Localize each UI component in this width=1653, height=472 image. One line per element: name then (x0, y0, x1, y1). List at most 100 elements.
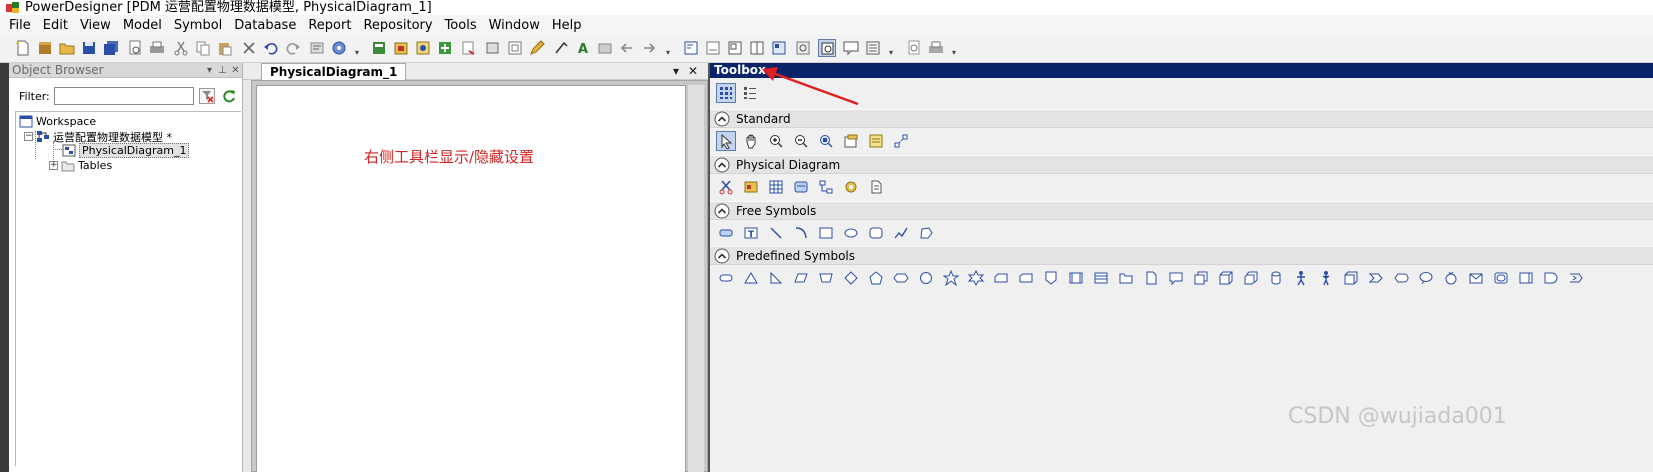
expand-icon[interactable]: + (49, 161, 58, 170)
browser-toggle-icon[interactable] (682, 39, 700, 57)
procedure-tool-icon[interactable] (791, 177, 811, 197)
stacked-docs-symbol-icon[interactable] (1191, 268, 1211, 288)
file-tool-icon[interactable] (866, 177, 886, 197)
properties-tool-icon[interactable] (841, 131, 861, 151)
copy-icon[interactable] (194, 39, 212, 57)
zoom-out-icon[interactable] (791, 131, 811, 151)
undo-icon[interactable] (262, 39, 280, 57)
oval-symbol-icon[interactable] (716, 268, 736, 288)
print-setup-icon[interactable] (927, 39, 945, 57)
generate-icon[interactable] (392, 39, 410, 57)
close-icon[interactable]: ✕ (229, 65, 242, 76)
new-icon[interactable] (14, 39, 32, 57)
save-icon[interactable] (80, 39, 98, 57)
find-icon[interactable] (905, 39, 923, 57)
panel-menu-icon[interactable]: ▾ (203, 65, 216, 76)
pencil-icon[interactable] (528, 39, 546, 57)
tree-item-diagram[interactable]: PhysicalDiagram_1 (62, 143, 190, 158)
result-list-icon[interactable] (726, 39, 744, 57)
hexagon-symbol-icon[interactable] (891, 268, 911, 288)
diamond-symbol-icon[interactable] (841, 268, 861, 288)
table-tool-icon[interactable] (741, 177, 761, 197)
forward-icon[interactable] (640, 39, 658, 57)
collapse-section-icon[interactable] (714, 157, 730, 173)
compare-icon[interactable] (436, 39, 454, 57)
pentagon-symbol-icon[interactable] (866, 268, 886, 288)
menu-help[interactable]: Help (552, 18, 582, 33)
open-diagram-icon[interactable] (816, 131, 836, 151)
grid-icon[interactable] (506, 39, 524, 57)
menu-file[interactable]: File (9, 18, 31, 33)
circle-symbol-icon[interactable] (916, 268, 936, 288)
menu-window[interactable]: Window (489, 18, 540, 33)
multi-cube-symbol-icon[interactable] (1241, 268, 1261, 288)
open-icon[interactable] (58, 39, 76, 57)
reference-tool-icon[interactable] (816, 177, 836, 197)
list-view-icon[interactable] (740, 83, 760, 103)
menu-view[interactable]: View (80, 18, 111, 33)
tree-item-tables[interactable]: + Tables (49, 158, 112, 173)
collapse-section-icon[interactable] (714, 203, 730, 219)
properties-icon[interactable] (308, 39, 326, 57)
window-symbol-icon[interactable] (1091, 268, 1111, 288)
collapse-section-icon[interactable] (714, 248, 730, 264)
check-model-icon[interactable] (330, 39, 348, 57)
menu-edit[interactable]: Edit (43, 18, 68, 33)
ellipse-symbol-icon[interactable] (841, 223, 861, 243)
polyline-symbol-icon[interactable] (891, 223, 911, 243)
delay-symbol-icon[interactable] (1541, 268, 1561, 288)
toolbar-overflow-icon[interactable]: ▾ (889, 48, 893, 57)
zoom-in-icon[interactable] (766, 131, 786, 151)
shape-icon[interactable] (484, 39, 502, 57)
print-preview-icon[interactable] (126, 39, 144, 57)
bubble-symbol-icon[interactable] (1416, 268, 1436, 288)
title-symbol-icon[interactable] (716, 223, 736, 243)
rectangle-symbol-icon[interactable] (816, 223, 836, 243)
polygon-symbol-icon[interactable] (916, 223, 936, 243)
filter-input[interactable] (53, 87, 194, 105)
section-physical-diagram[interactable]: Physical Diagram (710, 155, 1653, 174)
section-predefined-symbols[interactable]: Predefined Symbols (710, 246, 1653, 265)
collapse-icon[interactable]: − (24, 132, 33, 141)
menu-symbol[interactable]: Symbol (174, 18, 222, 33)
cube-symbol-icon[interactable] (1216, 268, 1236, 288)
cycle-symbol-icon[interactable] (1441, 268, 1461, 288)
arc-symbol-icon[interactable] (791, 223, 811, 243)
output-toggle-icon[interactable] (704, 39, 722, 57)
right-triangle-symbol-icon[interactable] (766, 268, 786, 288)
envelope-symbol-icon[interactable] (1466, 268, 1486, 288)
toolbar-overflow-icon[interactable]: ▾ (952, 48, 956, 57)
actor-symbol-icon[interactable] (1316, 268, 1336, 288)
back-icon[interactable] (618, 39, 636, 57)
cut-corner-symbol-icon[interactable] (991, 268, 1011, 288)
grabber-icon[interactable] (741, 131, 761, 151)
package-tool-icon[interactable] (716, 177, 736, 197)
text-symbol-icon[interactable]: T (741, 223, 761, 243)
tab-physical-diagram[interactable]: PhysicalDiagram_1 (261, 63, 407, 80)
link-tool-icon[interactable] (891, 131, 911, 151)
document-symbol-icon[interactable] (1141, 268, 1161, 288)
chevron-symbol-icon[interactable] (1366, 268, 1386, 288)
star-symbol-icon[interactable] (941, 268, 961, 288)
box3d-symbol-icon[interactable] (1341, 268, 1361, 288)
menu-database[interactable]: Database (234, 18, 296, 33)
frame-symbol-icon[interactable] (1066, 268, 1086, 288)
arrow-flag-symbol-icon[interactable] (1566, 268, 1586, 288)
person-symbol-icon[interactable] (1291, 268, 1311, 288)
section-free-symbols[interactable]: Free Symbols (710, 201, 1653, 220)
rounded-rectangle-symbol-icon[interactable] (866, 223, 886, 243)
menu-tools[interactable]: Tools (445, 18, 477, 33)
tree-item-workspace[interactable]: Workspace (19, 114, 96, 129)
menu-report[interactable]: Report (308, 18, 351, 33)
model-properties-icon[interactable] (370, 39, 388, 57)
callout-symbol-icon[interactable] (1166, 268, 1186, 288)
line-tool-icon[interactable] (552, 39, 570, 57)
six-point-star-symbol-icon[interactable] (966, 268, 986, 288)
toolbox-toggle-icon[interactable] (818, 39, 836, 57)
image-icon[interactable] (596, 39, 614, 57)
menu-model[interactable]: Model (123, 18, 162, 33)
card-symbol-icon[interactable] (1516, 268, 1536, 288)
vertical-scrollbar[interactable] (688, 85, 704, 472)
merge-icon[interactable] (460, 39, 478, 57)
close-tab-icon[interactable]: ✕ (688, 64, 698, 78)
